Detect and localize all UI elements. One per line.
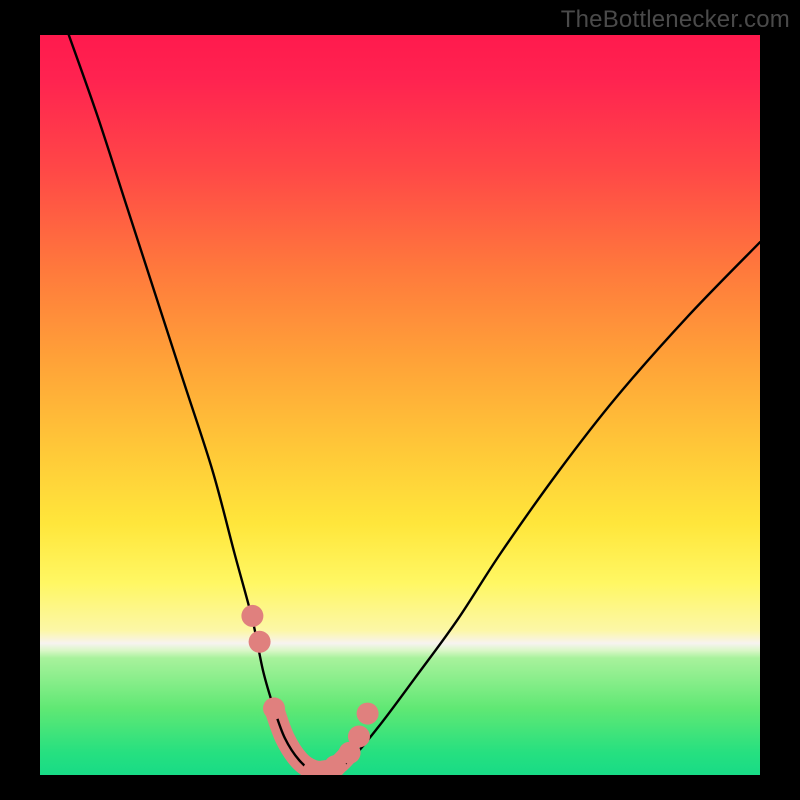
plot-area	[40, 35, 760, 775]
highlight-marker	[263, 697, 285, 719]
highlight-marker	[348, 726, 370, 748]
highlight-marker	[357, 703, 379, 725]
chart-svg	[40, 35, 760, 775]
bottleneck-curve-line	[69, 35, 760, 773]
highlight-marker	[241, 605, 263, 627]
chart-frame: TheBottlenecker.com	[0, 0, 800, 800]
highlight-marker	[249, 631, 271, 653]
site-watermark: TheBottlenecker.com	[561, 6, 790, 34]
highlight-markers	[241, 605, 378, 775]
